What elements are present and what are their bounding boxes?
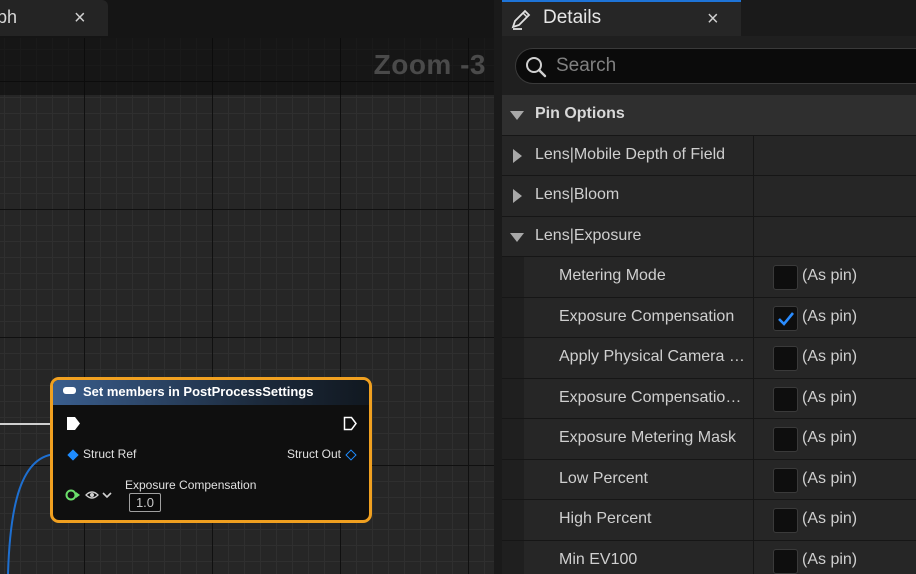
as-pin-checkbox[interactable] bbox=[773, 427, 798, 452]
category-label: Lens|Mobile Depth of Field bbox=[535, 145, 726, 163]
property-row: Apply Physical Camera E… (As pin) bbox=[502, 338, 916, 379]
column-divider[interactable] bbox=[753, 338, 754, 378]
struct-ref-pin-icon[interactable] bbox=[67, 449, 79, 461]
as-pin-label: (As pin) bbox=[802, 550, 858, 568]
set-members-node[interactable]: Set members in PostProcessSettings Struc… bbox=[50, 377, 372, 523]
collapse-arrow-icon[interactable] bbox=[513, 148, 522, 163]
struct-out-pin-icon[interactable] bbox=[345, 449, 357, 461]
property-row: Exposure Compensation… (As pin) bbox=[502, 378, 916, 419]
collapse-arrow-icon[interactable] bbox=[513, 189, 522, 203]
property-name: Exposure Compensation bbox=[559, 307, 735, 325]
category-row[interactable]: Lens|Bloom bbox=[502, 176, 916, 217]
graph-editor-panel: Zoom -3 Set members in PostProcessSettin… bbox=[0, 0, 494, 574]
indent-gutter bbox=[502, 500, 524, 540]
property-name: Metering Mode bbox=[559, 267, 666, 284]
column-divider[interactable] bbox=[753, 540, 754, 574]
node-header[interactable]: Set members in PostProcessSettings bbox=[53, 380, 369, 405]
as-pin-label: (As pin) bbox=[802, 388, 858, 406]
graph-canvas[interactable]: Zoom -3 Set members in PostProcessSettin… bbox=[0, 38, 494, 574]
details-panel: Details × Pin Options Lens|Mobile Depth … bbox=[502, 0, 916, 574]
indent-gutter bbox=[502, 257, 524, 297]
expand-arrow-icon[interactable] bbox=[510, 111, 524, 120]
indent-gutter bbox=[502, 540, 524, 574]
as-pin-label: (As pin) bbox=[802, 307, 858, 325]
as-pin-checkbox[interactable] bbox=[773, 467, 798, 493]
as-pin-checkbox[interactable] bbox=[773, 305, 798, 331]
chevron-down-icon bbox=[102, 492, 112, 499]
exec-output-pin-icon[interactable] bbox=[343, 416, 358, 431]
property-list: Pin Options Lens|Mobile Depth of Field L… bbox=[502, 95, 916, 574]
float-pin-icon bbox=[65, 489, 80, 501]
details-tab-label: Details bbox=[543, 7, 602, 28]
property-row: Min EV100 (As pin) bbox=[502, 540, 916, 574]
node-title: Set members in PostProcessSettings bbox=[83, 384, 314, 399]
column-divider[interactable] bbox=[753, 135, 754, 175]
column-divider[interactable] bbox=[753, 459, 754, 499]
column-divider[interactable] bbox=[753, 216, 754, 256]
as-pin-checkbox[interactable] bbox=[773, 548, 798, 574]
exposure-compensation-value-input[interactable]: 1.0 bbox=[129, 493, 161, 512]
column-divider[interactable] bbox=[753, 500, 754, 540]
column-divider[interactable] bbox=[753, 378, 754, 418]
property-row: Metering Mode (As pin) bbox=[502, 257, 916, 298]
property-row: Exposure Metering Mask (As pin) bbox=[502, 419, 916, 460]
property-row: High Percent (As pin) bbox=[502, 500, 916, 541]
graph-tab[interactable]: ph × bbox=[0, 0, 108, 36]
as-pin-label: (As pin) bbox=[802, 348, 858, 365]
category-label: Lens|Bloom bbox=[535, 186, 620, 203]
graph-tab-label: ph bbox=[0, 7, 18, 27]
edit-pencil-icon bbox=[511, 9, 531, 30]
property-row: Exposure Compensation (As pin) bbox=[502, 297, 916, 338]
as-pin-label: (As pin) bbox=[802, 429, 858, 446]
indent-gutter bbox=[502, 297, 524, 337]
checkmark-icon bbox=[778, 311, 795, 326]
as-pin-label: (As pin) bbox=[802, 510, 858, 527]
property-name: Min EV100 bbox=[559, 550, 638, 568]
struct-node-icon bbox=[63, 387, 76, 394]
as-pin-checkbox[interactable] bbox=[773, 265, 798, 290]
property-name: Exposure Compensation… bbox=[559, 388, 749, 406]
indent-gutter bbox=[502, 378, 524, 418]
indent-gutter bbox=[502, 338, 524, 378]
indent-gutter bbox=[502, 419, 524, 459]
section-label: Pin Options bbox=[535, 105, 625, 122]
search-icon bbox=[526, 57, 547, 78]
section-pin-options[interactable]: Pin Options bbox=[502, 95, 916, 136]
category-row[interactable]: Lens|Mobile Depth of Field bbox=[502, 135, 916, 176]
column-divider[interactable] bbox=[753, 257, 754, 297]
close-icon[interactable]: × bbox=[707, 7, 719, 31]
property-row: Low Percent (As pin) bbox=[502, 459, 916, 500]
property-name: Exposure Metering Mask bbox=[559, 429, 736, 446]
as-pin-checkbox[interactable] bbox=[773, 508, 798, 533]
pin-visibility-icons[interactable] bbox=[65, 488, 117, 502]
property-name: Apply Physical Camera E… bbox=[559, 348, 749, 365]
category-label: Lens|Exposure bbox=[535, 226, 642, 244]
column-divider[interactable] bbox=[753, 419, 754, 459]
exposure-compensation-pin-label: Exposure Compensation bbox=[125, 478, 257, 492]
column-divider[interactable] bbox=[753, 297, 754, 337]
column-divider[interactable] bbox=[753, 176, 754, 216]
as-pin-checkbox[interactable] bbox=[773, 386, 798, 412]
indent-gutter bbox=[502, 459, 524, 499]
property-name: Low Percent bbox=[559, 469, 648, 487]
exec-input-pin-icon[interactable] bbox=[66, 416, 81, 431]
as-pin-checkbox[interactable] bbox=[773, 346, 798, 371]
tab-strip-empty bbox=[741, 0, 916, 36]
as-pin-label: (As pin) bbox=[802, 469, 858, 487]
search-box[interactable] bbox=[515, 48, 916, 84]
close-icon[interactable]: × bbox=[74, 6, 86, 30]
struct-out-label: Struct Out bbox=[286, 447, 341, 461]
category-row[interactable]: Lens|Exposure bbox=[502, 216, 916, 257]
details-tab[interactable]: Details × bbox=[502, 0, 741, 36]
struct-ref-label: Struct Ref bbox=[83, 447, 137, 461]
property-name: High Percent bbox=[559, 510, 652, 527]
as-pin-label: (As pin) bbox=[802, 267, 858, 284]
search-input[interactable] bbox=[556, 53, 916, 79]
expand-arrow-icon[interactable] bbox=[510, 232, 524, 242]
eye-icon bbox=[85, 491, 99, 499]
